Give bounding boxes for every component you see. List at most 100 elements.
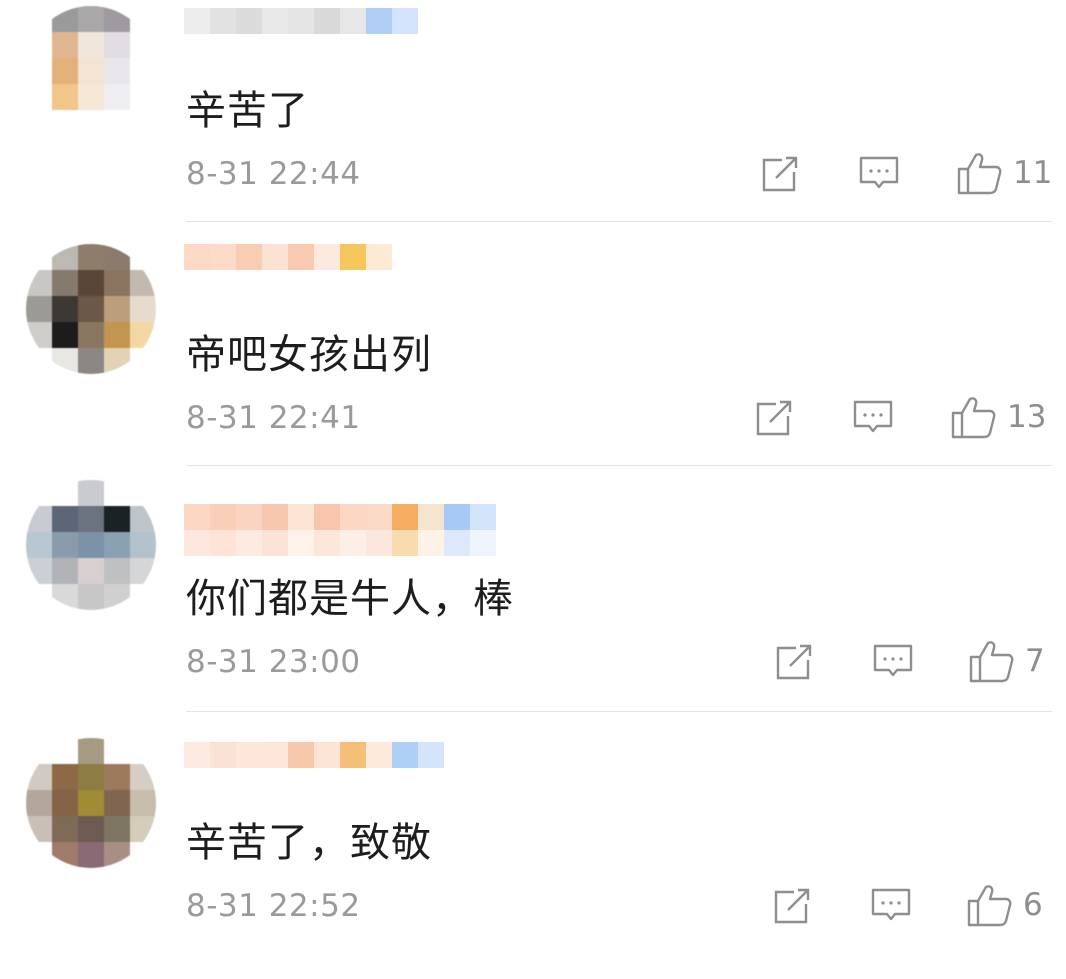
share-button[interactable] <box>760 154 802 194</box>
avatar[interactable] <box>26 6 156 136</box>
avatar-pixel <box>52 842 78 868</box>
like-button[interactable]: 7 <box>969 639 1045 683</box>
reply-button[interactable] <box>858 154 900 194</box>
avatar-pixel <box>52 816 78 842</box>
username-mosaic-pixel <box>210 244 236 270</box>
username-mosaic-pixel <box>418 504 444 530</box>
username-mosaic-pixel <box>262 244 288 270</box>
comment-text: 辛苦了 <box>186 88 309 134</box>
thumbs-up-icon <box>951 397 996 439</box>
share-icon <box>774 888 810 924</box>
avatar-pixel <box>104 738 130 764</box>
avatar-pixel <box>78 558 104 584</box>
username-redacted[interactable] <box>184 8 418 64</box>
avatar-pixel <box>26 58 52 84</box>
like-button[interactable]: 6 <box>967 883 1043 927</box>
avatar[interactable] <box>26 244 156 374</box>
avatar-pixel <box>104 6 130 32</box>
avatar-pixel <box>52 348 78 374</box>
comment-timestamp: 8-31 22:52 <box>186 888 361 924</box>
avatar-pixel <box>104 584 130 610</box>
avatar-pixel <box>130 348 156 374</box>
username-mosaic-pixel <box>210 742 236 768</box>
thumbs-up-icon <box>957 153 1002 195</box>
share-button[interactable] <box>754 398 796 438</box>
comment-item: 辛苦了 8-31 22:44 11 <box>0 0 1066 245</box>
like-button[interactable]: 13 <box>951 395 1046 439</box>
username-mosaic-pixel <box>340 504 366 530</box>
username-mosaic-row <box>184 8 418 34</box>
avatar-pixel <box>130 32 156 58</box>
username-mosaic-pixel <box>418 742 444 768</box>
username-mosaic-pixel <box>418 530 444 556</box>
username-redacted[interactable] <box>184 742 444 798</box>
avatar-pixel <box>130 506 156 532</box>
avatar-pixel <box>104 58 130 84</box>
like-count: 6 <box>1023 887 1043 923</box>
avatar-pixel <box>26 322 52 348</box>
avatar[interactable] <box>26 480 156 610</box>
username-mosaic-row <box>184 530 496 556</box>
comment-timestamp: 8-31 23:00 <box>186 644 361 680</box>
username-mosaic-pixel <box>288 530 314 556</box>
username-mosaic-pixel <box>288 244 314 270</box>
avatar-pixel <box>78 842 104 868</box>
avatar-pixel <box>52 532 78 558</box>
username-mosaic-pixel <box>470 530 496 556</box>
username-mosaic-pixel <box>262 530 288 556</box>
avatar-pixel <box>26 532 52 558</box>
avatar-pixel <box>78 296 104 322</box>
username-mosaic-pixel <box>366 8 392 34</box>
share-icon <box>756 400 792 436</box>
username-mosaic-pixel <box>444 504 470 530</box>
username-mosaic-pixel <box>340 244 366 270</box>
username-mosaic-pixel <box>236 244 262 270</box>
reply-button[interactable] <box>872 642 914 682</box>
like-count: 11 <box>1013 155 1053 191</box>
reply-icon <box>853 400 893 433</box>
reply-button[interactable] <box>852 398 894 438</box>
avatar-pixel <box>78 58 104 84</box>
avatar-pixel <box>52 558 78 584</box>
avatar-pixel <box>26 84 52 110</box>
username-redacted[interactable] <box>184 244 392 300</box>
divider <box>186 711 1052 712</box>
avatar-pixel <box>130 532 156 558</box>
avatar-pixel <box>130 322 156 348</box>
username-redacted[interactable] <box>184 504 496 560</box>
avatar-pixel <box>78 110 104 136</box>
comment-item: 你们都是牛人，棒 8-31 23:00 7 <box>0 480 1066 733</box>
username-mosaic-pixel <box>314 8 340 34</box>
avatar-pixel <box>130 244 156 270</box>
avatar-pixel <box>26 842 52 868</box>
avatar-pixel <box>26 558 52 584</box>
avatar-pixel <box>104 84 130 110</box>
username-mosaic-pixel <box>314 504 340 530</box>
avatar-pixel <box>104 506 130 532</box>
avatar-pixel <box>52 790 78 816</box>
avatar-pixel <box>130 296 156 322</box>
share-button[interactable] <box>774 642 816 682</box>
avatar-pixel <box>26 584 52 610</box>
avatar[interactable] <box>26 738 156 868</box>
avatar-pixel <box>52 58 78 84</box>
avatar-pixel <box>26 506 52 532</box>
username-mosaic-pixel <box>392 530 418 556</box>
username-mosaic-pixel <box>340 742 366 768</box>
avatar-pixel <box>52 110 78 136</box>
avatar-pixel <box>104 790 130 816</box>
avatar-pixel <box>78 506 104 532</box>
like-button[interactable]: 11 <box>957 151 1052 195</box>
avatar-pixel <box>78 532 104 558</box>
avatar-pixel <box>78 764 104 790</box>
username-mosaic-pixel <box>366 244 392 270</box>
avatar-pixel <box>130 558 156 584</box>
share-button[interactable] <box>772 886 814 926</box>
avatar-pixel <box>52 584 78 610</box>
reply-button[interactable] <box>870 886 912 926</box>
share-icon <box>776 644 812 680</box>
avatar-pixel <box>26 270 52 296</box>
share-icon <box>762 156 798 192</box>
avatar-pixel <box>52 244 78 270</box>
thumbs-up-icon <box>967 885 1012 927</box>
